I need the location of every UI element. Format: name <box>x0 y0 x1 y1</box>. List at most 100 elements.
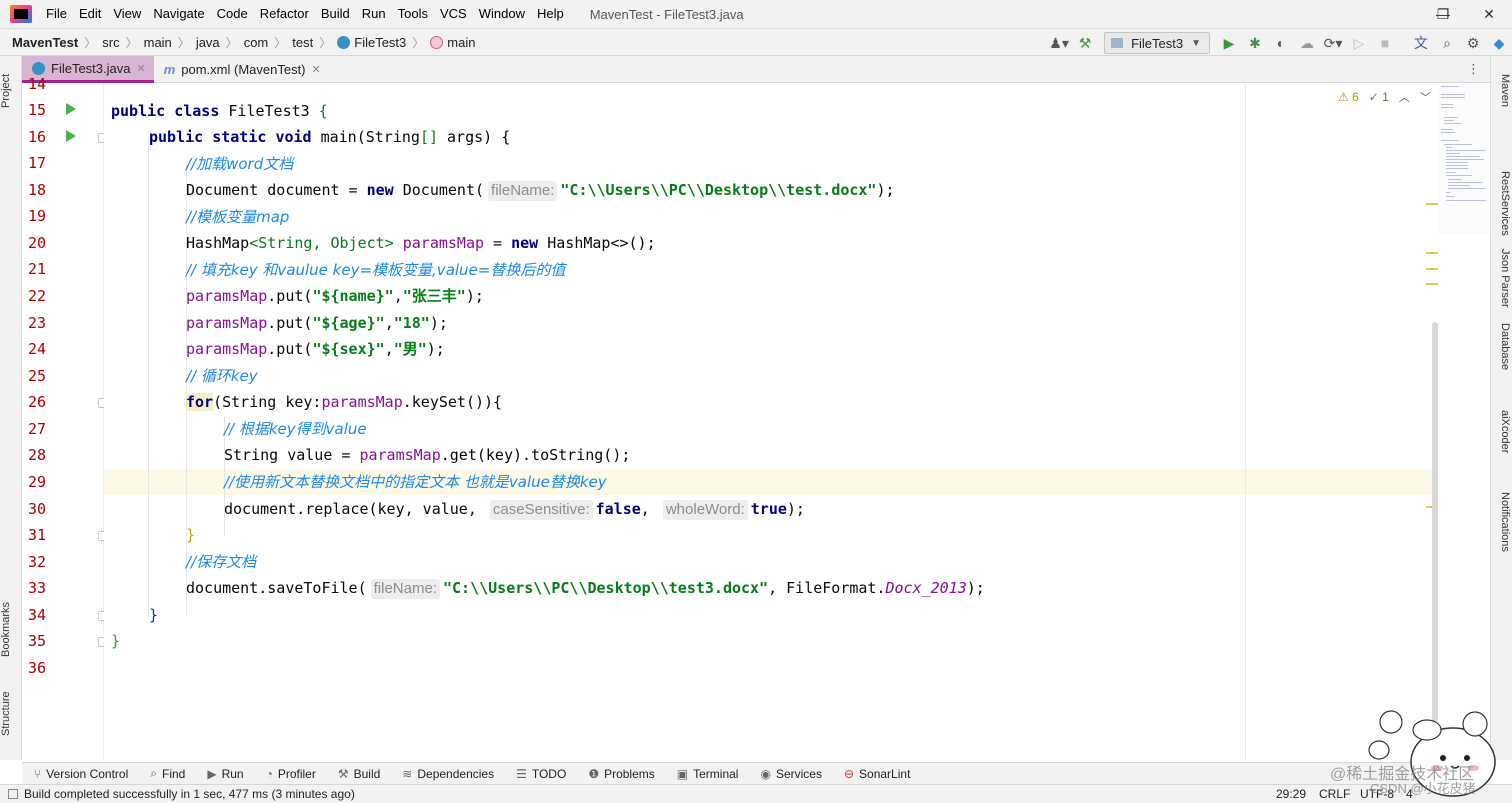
warning-stripe-mark[interactable] <box>1426 268 1438 270</box>
chevron-right-icon: 〉 <box>225 35 238 50</box>
left-tool-strip: Project Bookmarks Structure <box>0 56 22 760</box>
code-line-33: document.saveToFile(fileName: "C:\\Users\… <box>186 579 985 599</box>
profiler-tool-button[interactable]: ◔ Profiler <box>254 767 326 781</box>
menu-vcs[interactable]: VCS <box>434 0 473 28</box>
close-button[interactable]: ✕ <box>1466 0 1512 28</box>
menu-help[interactable]: Help <box>531 0 570 28</box>
warning-count[interactable]: ⚠ 6 <box>1338 90 1359 104</box>
stop-icon[interactable]: ■ <box>1373 32 1397 54</box>
close-icon[interactable]: ✕ <box>136 62 145 75</box>
json-parser-tool-button[interactable]: Json Parser <box>1493 238 1511 318</box>
menu-code[interactable]: Code <box>211 0 254 28</box>
line-number: 18 <box>28 181 47 199</box>
navigation-bar: MavenTest 〉 src 〉 main 〉 java 〉 com 〉 te… <box>0 28 1512 56</box>
version-control-tool-button[interactable]: ⑂ Version Control <box>22 767 138 781</box>
chevron-down-icon[interactable]: ﹀ <box>1420 89 1431 105</box>
line-separator[interactable]: CRLF <box>1319 785 1350 803</box>
coverage-icon[interactable]: ◐ <box>1269 32 1293 54</box>
menu-refactor[interactable]: Refactor <box>254 0 315 28</box>
layers-icon: ≋ <box>402 766 413 781</box>
tab-label: pom.xml (MavenTest) <box>181 62 306 77</box>
chevron-right-icon: 〉 <box>319 35 332 50</box>
code-line-23: paramsMap.put("${age}","18"); <box>186 314 448 332</box>
translate-icon[interactable]: 文 <box>1409 32 1433 54</box>
toggle-tool-windows-icon[interactable] <box>8 789 18 799</box>
line-number: 31 <box>28 526 47 544</box>
line-number: 23 <box>28 314 47 332</box>
warning-stripe-mark[interactable] <box>1426 203 1438 205</box>
maven-tool-button[interactable]: Maven <box>1493 66 1511 116</box>
sonarlint-tool-button[interactable]: ⊖ SonarLint <box>832 767 920 781</box>
breadcrumb-src[interactable]: src <box>98 35 123 50</box>
class-icon <box>337 35 351 49</box>
breadcrumb-class[interactable]: FileTest3 <box>333 35 410 50</box>
bookmarks-tool-button[interactable]: Bookmarks <box>0 594 22 664</box>
menu-navigate[interactable]: Navigate <box>147 0 210 28</box>
menu-window[interactable]: Window <box>473 0 531 28</box>
build-tool-button[interactable]: ⚒ Build <box>326 767 390 781</box>
run-icon[interactable]: ▶ <box>1217 32 1241 54</box>
step-icon[interactable]: ▷ <box>1347 32 1371 54</box>
chevron-up-icon[interactable]: ︿ <box>1399 89 1410 105</box>
menu-edit[interactable]: Edit <box>73 0 107 28</box>
run-tool-button[interactable]: ▶ Run <box>195 767 253 781</box>
run-class-icon[interactable] <box>66 103 76 115</box>
settings-icon[interactable]: ⚙ <box>1461 32 1485 54</box>
code-minimap[interactable] <box>1438 84 1490 234</box>
plugin-icon[interactable]: ◆ <box>1487 32 1511 54</box>
services-tool-button[interactable]: ◉ Services <box>748 767 832 781</box>
code-line-25: // 循环key <box>186 367 258 385</box>
menu-build[interactable]: Build <box>315 0 356 28</box>
line-number: 22 <box>28 287 47 305</box>
vertical-scrollbar[interactable] <box>1432 322 1438 722</box>
dependencies-tool-button[interactable]: ≋ Dependencies <box>390 767 504 781</box>
breadcrumb-com[interactable]: com <box>240 35 273 50</box>
run-main-icon[interactable] <box>66 130 76 142</box>
search-icon[interactable]: ⌕ <box>1435 32 1459 54</box>
warning-stripe-mark[interactable] <box>1426 283 1438 285</box>
aixcoder-tool-button[interactable]: aiXcoder <box>1493 402 1511 462</box>
inspection-widget[interactable]: ⚠ 6 ✓ 1 ︿ ﹀ <box>1338 88 1431 106</box>
problems-tool-button[interactable]: ❶ Problems <box>576 767 664 781</box>
code-line-27: // 根据key得到value <box>224 420 367 438</box>
close-icon[interactable]: ✕ <box>312 63 321 76</box>
line-number: 34 <box>28 606 47 624</box>
project-tool-button[interactable]: Project <box>0 62 22 120</box>
status-message[interactable]: Build completed successfully in 1 sec, 4… <box>24 787 355 801</box>
more-run-icon[interactable]: ⟳▾ <box>1321 32 1345 54</box>
breadcrumb-test[interactable]: test <box>288 35 317 50</box>
editor-tab-bar: FileTest3.java ✕ m pom.xml (MavenTest) ✕… <box>22 56 1490 83</box>
breadcrumb-method[interactable]: main <box>426 35 479 50</box>
code-editor[interactable]: public class FileTest3 { public static v… <box>104 84 1438 760</box>
terminal-tool-button[interactable]: ▣ Terminal <box>665 767 749 781</box>
find-tool-button[interactable]: ⌕ Find <box>138 766 195 781</box>
line-number: 35 <box>28 632 47 650</box>
menu-view[interactable]: View <box>107 0 147 28</box>
code-line-28: String value = paramsMap.get(key).toStri… <box>224 446 631 464</box>
line-number: 14 <box>28 75 47 93</box>
hammer-icon[interactable]: ⚒ <box>1073 32 1097 54</box>
more-tabs-icon[interactable]: ⋮ <box>1467 61 1480 77</box>
notifications-tool-button[interactable]: Notifications <box>1493 482 1511 562</box>
menu-tools[interactable]: Tools <box>392 0 434 28</box>
menu-run[interactable]: Run <box>356 0 392 28</box>
breadcrumb-main[interactable]: main <box>140 35 176 50</box>
run-configuration-select[interactable]: FileTest3 ▼ <box>1104 32 1210 54</box>
debug-icon[interactable]: ✱ <box>1243 32 1267 54</box>
database-tool-button[interactable]: Database <box>1493 314 1511 380</box>
breadcrumb-java[interactable]: java <box>192 35 224 50</box>
indent-guide <box>148 138 149 618</box>
branch-icon: ⑂ <box>34 766 42 781</box>
weak-warning-count[interactable]: ✓ 1 <box>1369 90 1389 104</box>
todo-tool-button[interactable]: ☰ TODO <box>504 767 576 781</box>
tab-pom-xml[interactable]: m pom.xml (MavenTest) ✕ <box>154 56 329 83</box>
caret-position[interactable]: 29:29 <box>1276 785 1306 803</box>
profile-icon[interactable]: ☁ <box>1295 32 1319 54</box>
menu-file[interactable]: File <box>40 0 73 28</box>
warning-stripe-mark[interactable] <box>1426 252 1438 254</box>
maximize-button[interactable]: ❐ <box>1420 0 1466 28</box>
code-line-26: for(String key:paramsMap.keySet()){ <box>186 393 503 411</box>
breadcrumb-project[interactable]: MavenTest <box>0 35 82 50</box>
user-icon[interactable]: ♟▾ <box>1047 32 1071 54</box>
structure-tool-button[interactable]: Structure <box>0 682 22 746</box>
